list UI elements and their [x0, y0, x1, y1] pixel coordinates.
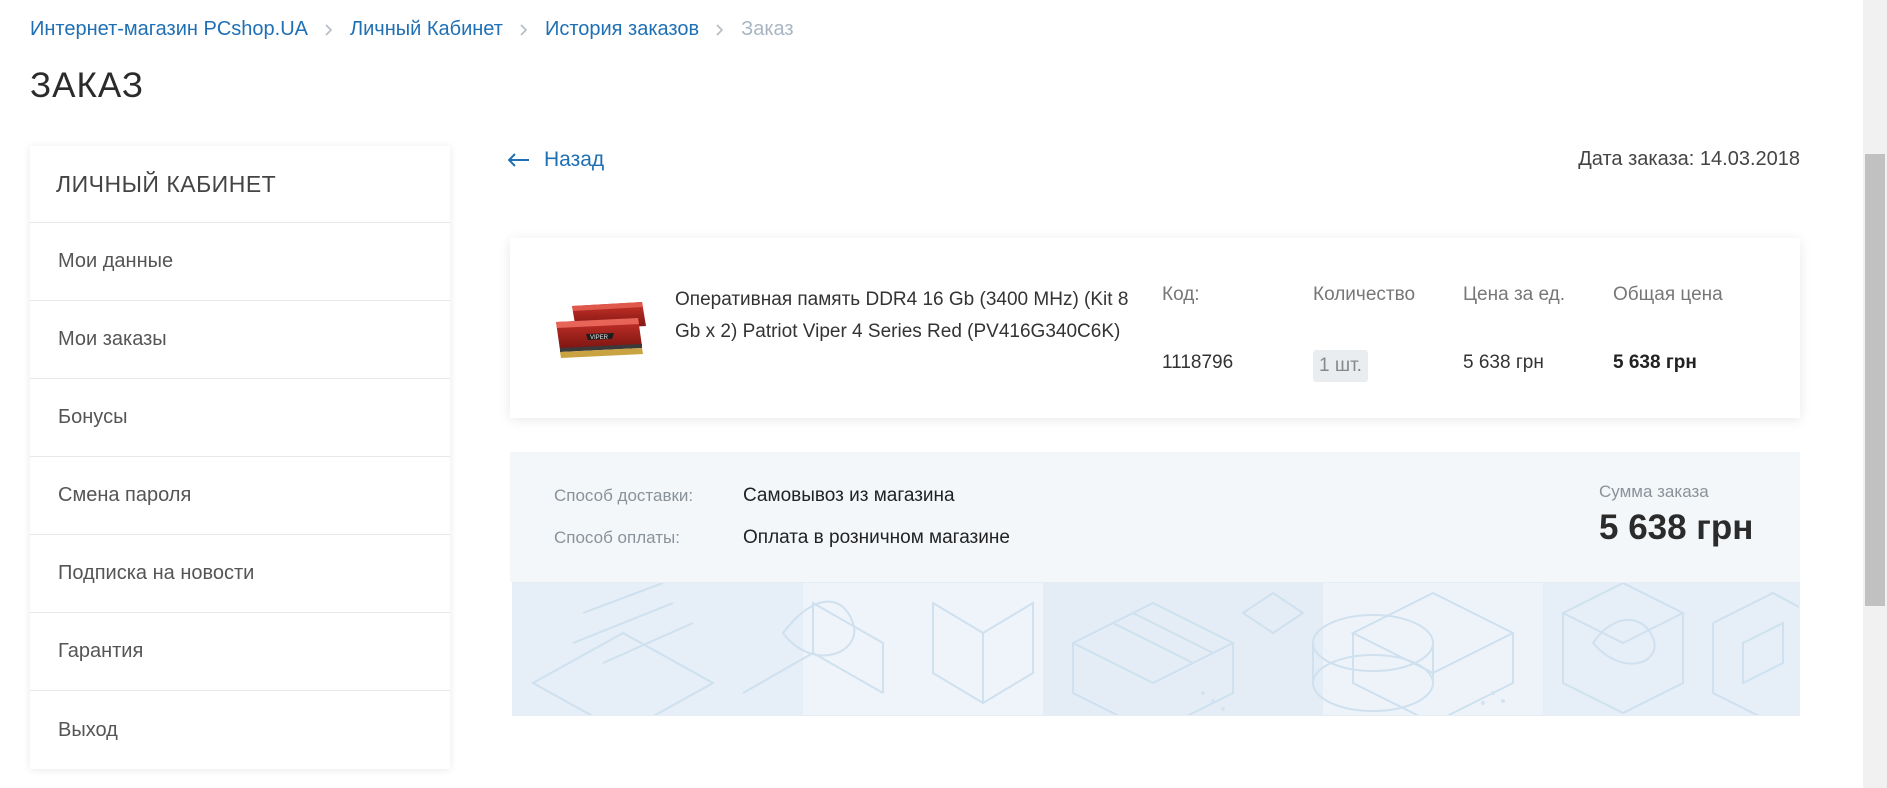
sidebar-item-logout[interactable]: Выход	[30, 691, 450, 769]
chevron-right-icon	[520, 23, 528, 36]
order-summary: Способ доставки: Самовывоз из магазина С…	[510, 452, 1800, 582]
chevron-right-icon	[325, 23, 333, 36]
payment-method-value: Оплата в розничном магазине	[743, 527, 1010, 548]
sidebar-item-bonuses[interactable]: Бонусы	[30, 379, 450, 457]
sidebar-item-change-password[interactable]: Смена пароля	[30, 457, 450, 535]
scrollbar[interactable]	[1863, 0, 1887, 788]
account-sidebar: ЛИЧНЫЙ КАБИНЕТ Мои данные Мои заказы Бон…	[30, 146, 450, 769]
ram-module-image[interactable]: VIPER	[550, 300, 654, 362]
breadcrumb-current: Заказ	[741, 18, 794, 40]
back-label: Назад	[544, 148, 605, 171]
product-code: 1118796	[1162, 352, 1234, 373]
breadcrumb-link-account[interactable]: Личный Кабинет	[350, 18, 503, 41]
sidebar-title: ЛИЧНЫЙ КАБИНЕТ	[30, 146, 450, 223]
column-header-unit-price: Цена за ед.	[1463, 284, 1566, 305]
column-header-total-price: Общая цена	[1613, 284, 1723, 305]
unit-price: 5 638 грн	[1463, 352, 1544, 373]
delivery-method-value: Самовывоз из магазина	[743, 485, 955, 506]
chevron-right-icon	[716, 23, 724, 36]
svg-text:VIPER: VIPER	[590, 335, 609, 341]
breadcrumb-link-home[interactable]: Интернет-магазин PCshop.UA	[30, 18, 308, 41]
sidebar-item-my-orders[interactable]: Мои заказы	[30, 301, 450, 379]
sidebar-item-my-data[interactable]: Мои данные	[30, 223, 450, 301]
sidebar-item-newsletter[interactable]: Подписка на новости	[30, 535, 450, 613]
scrollbar-thumb[interactable]	[1865, 154, 1885, 606]
sidebar-item-warranty[interactable]: Гарантия	[30, 613, 450, 691]
breadcrumb-link-order-history[interactable]: История заказов	[545, 18, 699, 41]
arrow-left-icon	[508, 153, 529, 167]
quantity-badge: 1 шт.	[1313, 350, 1368, 382]
decorative-illustration	[512, 582, 1800, 716]
order-item-card: VIPER Оперативная память DDR4 16 Gb (340…	[510, 238, 1800, 418]
payment-method-label: Способ оплаты:	[554, 528, 680, 547]
delivery-method-label: Способ доставки:	[554, 486, 694, 505]
back-button[interactable]: Назад	[508, 148, 604, 172]
total-price: 5 638 грн	[1613, 352, 1697, 373]
page-title: ЗАКАЗ	[30, 66, 144, 105]
product-name-link[interactable]: Оперативная память DDR4 16 Gb (3400 MHz)…	[675, 284, 1145, 348]
isometric-pattern-image	[513, 583, 1799, 715]
order-sum-label: Сумма заказа	[1599, 482, 1709, 501]
column-header-quantity: Количество	[1313, 284, 1416, 305]
order-date: Дата заказа: 14.03.2018	[1578, 148, 1800, 170]
column-header-code: Код:	[1162, 284, 1200, 305]
order-sum-value: 5 638 грн	[1599, 508, 1754, 547]
breadcrumb: Интернет-магазин PCshop.UA Личный Кабине…	[30, 18, 794, 41]
